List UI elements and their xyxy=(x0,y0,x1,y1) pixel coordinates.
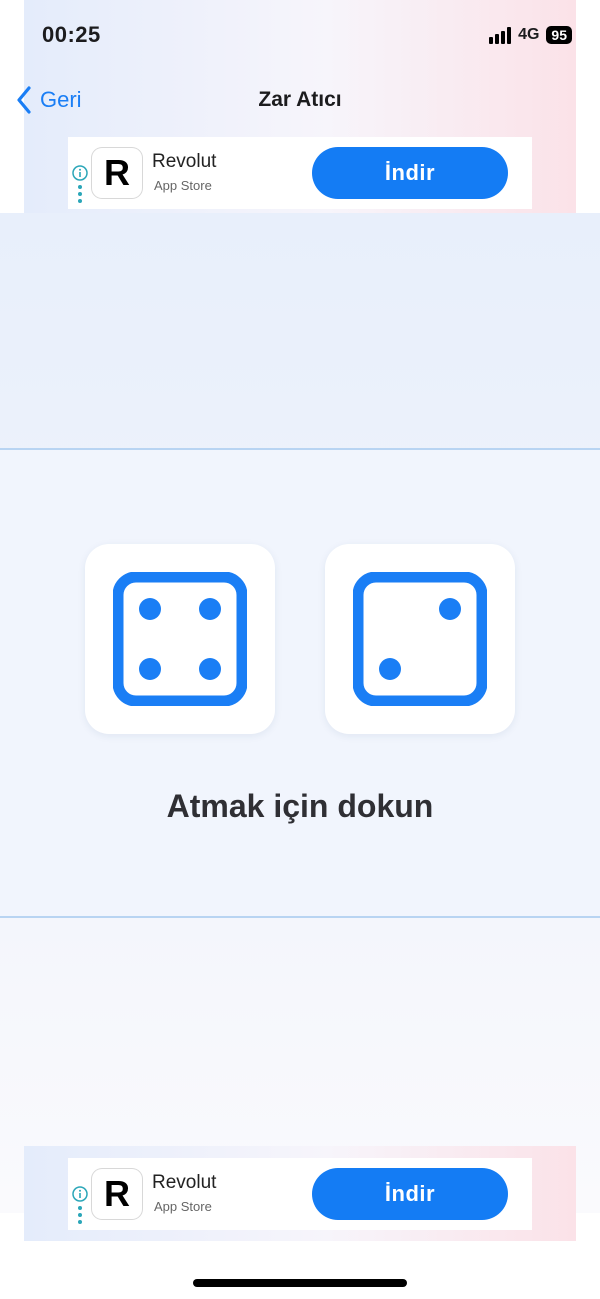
ad-banner-top[interactable]: R Revolut App Store İndir xyxy=(68,137,532,209)
status-bar: 00:25 4G 95 xyxy=(0,0,600,72)
die-card-right[interactable] xyxy=(325,544,515,734)
status-time: 00:25 xyxy=(42,22,101,47)
ad-banner-bottom[interactable]: R Revolut App Store İndir xyxy=(68,1158,532,1230)
more-options-icon[interactable] xyxy=(78,1206,82,1227)
ad-app-name: Revolut xyxy=(152,1172,217,1193)
info-icon[interactable] xyxy=(72,165,88,181)
network-type: 4G xyxy=(518,26,540,43)
ad-store-label: App Store xyxy=(154,1199,212,1214)
app-icon-letter: R xyxy=(104,1173,130,1214)
ad-store-label: App Store xyxy=(154,178,212,193)
ad-app-name: Revolut xyxy=(152,151,217,172)
install-button[interactable]: İndir xyxy=(312,1168,508,1220)
app-icon[interactable]: R xyxy=(92,148,142,198)
status-icons: 4G 95 xyxy=(489,26,572,44)
install-button[interactable]: İndir xyxy=(312,147,508,199)
die-four-icon xyxy=(113,572,247,706)
app-icon[interactable]: R xyxy=(92,1169,142,1219)
page-title: Zar Atıcı xyxy=(258,88,342,111)
more-options-icon[interactable] xyxy=(78,185,82,206)
die-card-left[interactable] xyxy=(85,544,275,734)
info-icon[interactable] xyxy=(72,1186,88,1202)
home-indicator[interactable] xyxy=(193,1279,407,1287)
roll-area[interactable]: Atmak için dokun xyxy=(0,448,600,918)
battery-icon: 95 xyxy=(546,26,572,44)
signal-icon xyxy=(489,26,512,44)
die-two-icon xyxy=(353,572,487,706)
app-icon-letter: R xyxy=(104,152,130,193)
tap-to-roll-label: Atmak için dokun xyxy=(166,788,434,824)
